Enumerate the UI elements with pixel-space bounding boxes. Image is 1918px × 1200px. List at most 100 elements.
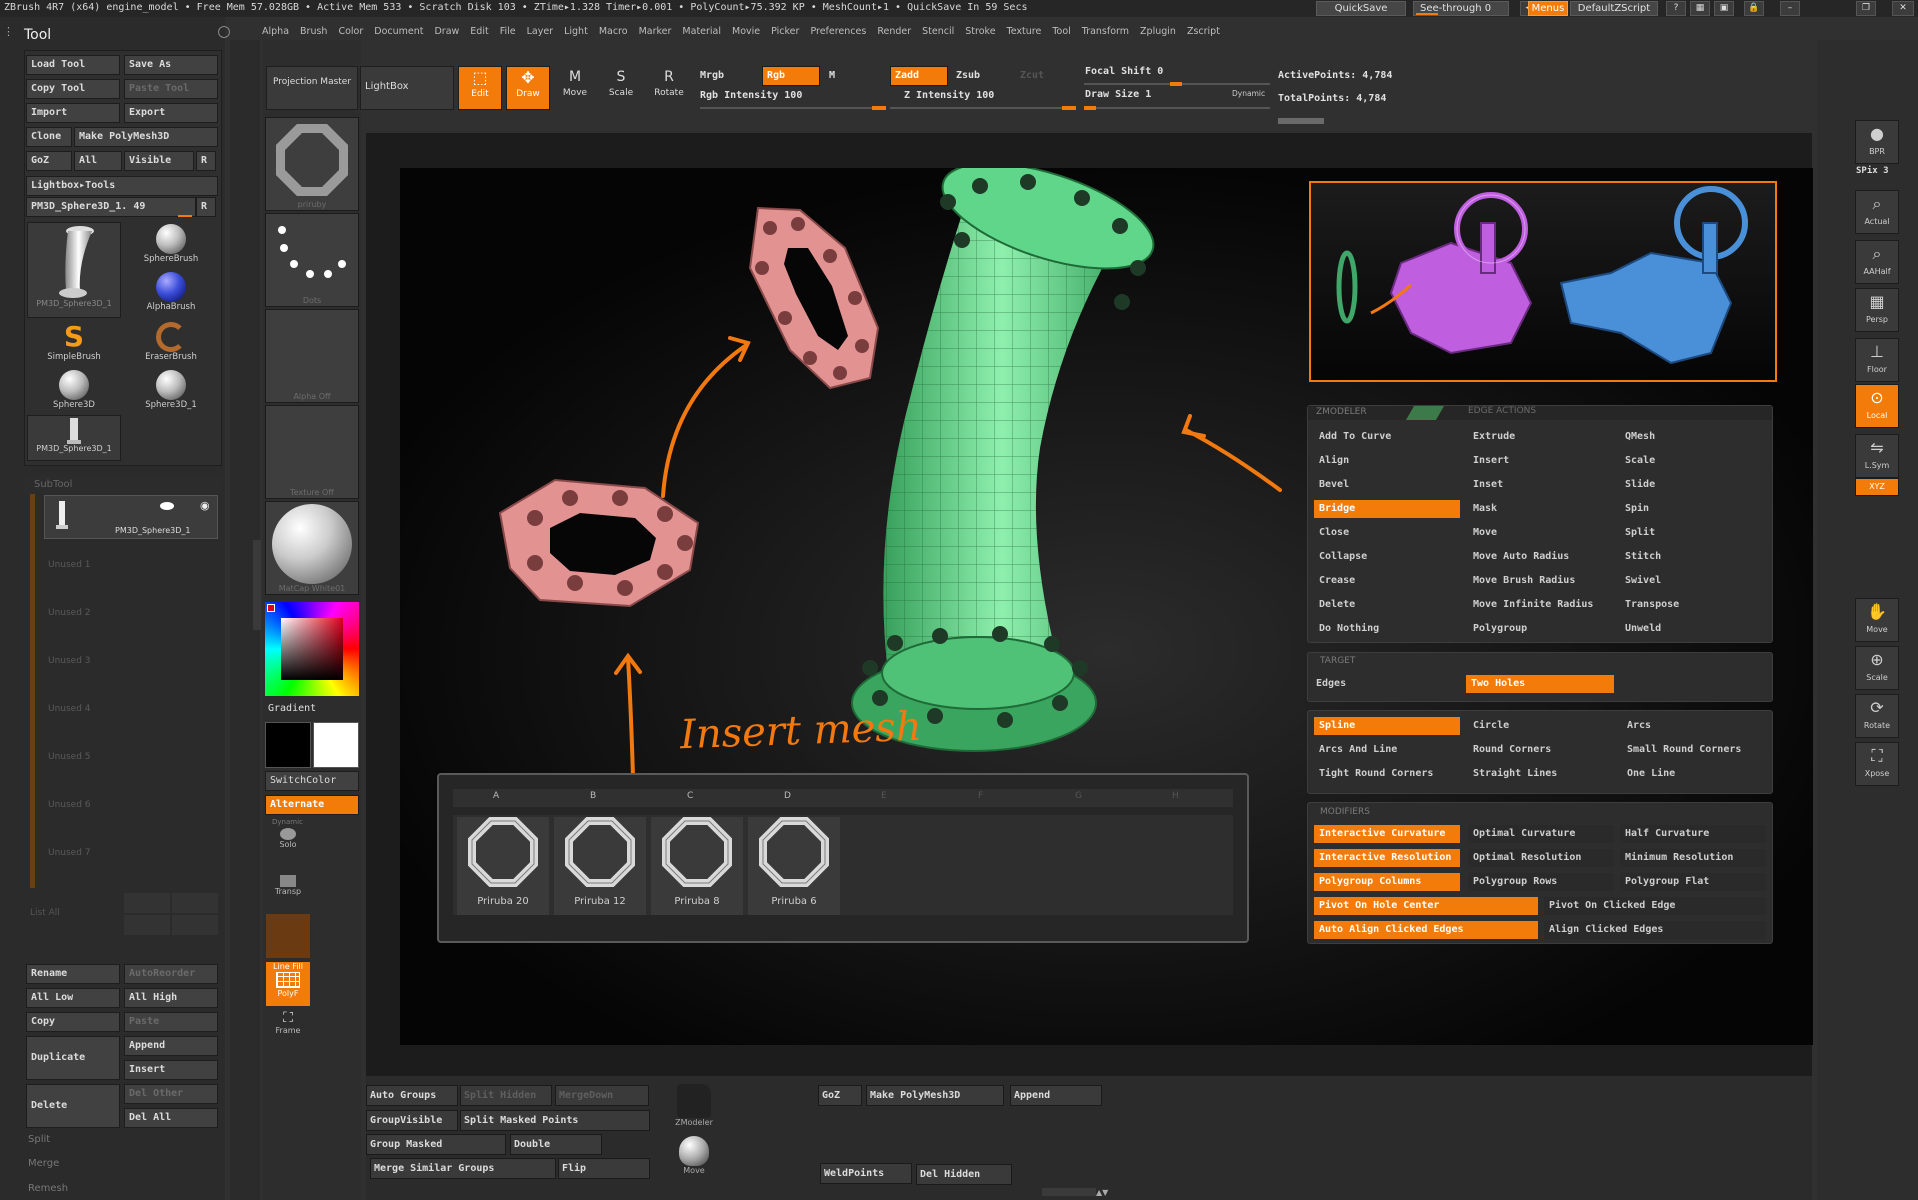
menu-picker[interactable]: Picker [771,21,799,43]
insert-mesh-item[interactable]: Priruba 8 [651,817,743,915]
subtool-active-item[interactable]: PM3D_Sphere3D_1 ◉ [44,495,218,539]
paste-tool-button[interactable]: Paste Tool [124,79,218,99]
paste-button[interactable]: Paste [124,1012,218,1032]
zmodeler-action-align[interactable]: Align [1314,452,1460,470]
merge-section[interactable]: Merge [28,1158,59,1169]
all-low-button[interactable]: All Low [26,988,120,1008]
modifier-auto-align-clicked-edges[interactable]: Auto Align Clicked Edges [1314,921,1538,939]
auto-groups-button[interactable]: Auto Groups [366,1085,458,1106]
spline-option-spline[interactable]: Spline [1314,717,1460,735]
subtool-header[interactable]: SubTool [24,476,222,494]
zmodeler-action-collapse[interactable]: Collapse [1314,548,1460,566]
switch-color-button[interactable]: SwitchColor [265,771,359,791]
save-as-button[interactable]: Save As [124,55,218,75]
modifier-pivot-on-clicked-edge[interactable]: Pivot On Clicked Edge [1544,897,1766,915]
insert-button[interactable]: Insert [124,1060,218,1080]
remesh-section[interactable]: Remesh [28,1183,68,1194]
zmodeler-action-spin[interactable]: Spin [1620,500,1766,518]
append-bottom-button[interactable]: Append [1010,1085,1102,1106]
edit-button[interactable]: ⬚ Edit [458,66,502,110]
menu-document[interactable]: Document [374,21,423,43]
lsym-button[interactable]: ⇋ L.Sym [1855,434,1899,478]
move-button[interactable]: M Move [554,66,596,110]
menu-light[interactable]: Light [564,21,588,43]
make-polymesh3d-button[interactable]: Make PolyMesh3D [74,127,218,147]
saturation-square[interactable] [281,618,343,680]
move-down-button[interactable] [124,915,170,935]
clone-button[interactable]: Clone [26,127,72,147]
menu-edit[interactable]: Edit [470,21,488,43]
duplicate-button[interactable]: Duplicate [26,1036,120,1080]
brush-cell-sphere[interactable]: SphereBrush [133,222,209,270]
zmodeler-action-unweld[interactable]: Unweld [1620,620,1766,638]
weldpoints-button[interactable]: WeldPoints [820,1163,912,1184]
frame-button[interactable]: ⛶ Frame [266,1010,310,1054]
aahalf-button[interactable]: ⌕ AAHalf [1855,240,1899,284]
restore-icon[interactable]: ❐ [1856,1,1876,16]
menu-macro[interactable]: Macro [599,21,628,43]
import-button[interactable]: Import [26,103,120,123]
menu-layer[interactable]: Layer [527,21,554,43]
all-button[interactable]: All [74,151,122,171]
zmodeler-action-do-nothing[interactable]: Do Nothing [1314,620,1460,638]
groupvisible-button[interactable]: GroupVisible [366,1110,458,1131]
secondary-color-swatch[interactable] [313,722,359,768]
zmodeler-action-extrude[interactable]: Extrude [1468,428,1614,446]
alpha-slot[interactable]: Alpha Off [265,309,359,403]
zmodeler-action-insert[interactable]: Insert [1468,452,1614,470]
spline-option-arcs-and-line[interactable]: Arcs And Line [1314,741,1460,759]
subtool-slot[interactable]: Unused 2 [48,608,91,628]
zmodeler-action-slide[interactable]: Slide [1620,476,1766,494]
zadd-button[interactable]: Zadd [890,66,948,86]
modifier-half-curvature[interactable]: Half Curvature [1620,825,1766,843]
palette-dock-icon[interactable] [218,26,230,38]
bottom-shelf-handle[interactable] [1042,1188,1096,1196]
brush-cell-sphere3d[interactable]: Sphere3D [36,368,112,416]
rename-button[interactable]: Rename [26,964,120,984]
split-hidden-button[interactable]: Split Hidden [460,1085,552,1106]
menu-draw[interactable]: Draw [434,21,459,43]
move-view-button[interactable]: ✋ Move [1855,598,1899,642]
copy-tool-button[interactable]: Copy Tool [26,79,120,99]
move-top-button[interactable] [172,893,218,913]
projection-master-button[interactable]: Projection Master [266,66,358,110]
m-button[interactable]: M [829,70,835,81]
merge-similar-groups-button[interactable]: Merge Similar Groups [370,1158,556,1179]
zmodeler-action-move[interactable]: Move [1468,524,1614,542]
stroke-slot[interactable]: Dots [265,213,359,307]
brush-cell-sphere3d-1[interactable]: Sphere3D_1 [133,368,209,416]
tool-r-button[interactable]: R [196,197,216,217]
main-color-swatch[interactable] [265,722,311,768]
zmodeler-action-swivel[interactable]: Swivel [1620,572,1766,590]
default-zscript-button[interactable]: DefaultZScript [1570,1,1658,16]
zmodeler-action-inset[interactable]: Inset [1468,476,1614,494]
zmodeler-brush-button[interactable]: ZModeler [660,1082,728,1136]
texture-slot[interactable]: Texture Off [265,405,359,499]
modifier-polygroup-flat[interactable]: Polygroup Flat [1620,873,1766,891]
modifier-pivot-on-hole-center[interactable]: Pivot On Hole Center [1314,897,1538,915]
subtool-slot[interactable]: Unused 5 [48,752,91,772]
floor-button[interactable]: ⊥ Floor [1855,338,1899,382]
brush-slot[interactable]: priruby [265,117,359,211]
zcut-button[interactable]: Zcut [1020,70,1044,81]
local-button[interactable]: ⊙ Local [1855,384,1899,428]
group-masked-button[interactable]: Group Masked [366,1134,506,1155]
zmodeler-action-polygroup[interactable]: Polygroup [1468,620,1614,638]
zmodeler-action-mask[interactable]: Mask [1468,500,1614,518]
collapse-arrows-icon[interactable]: ▲▼ [1096,1188,1108,1197]
split-masked-points-button[interactable]: Split Masked Points [460,1110,650,1131]
modifier-align-clicked-edges[interactable]: Align Clicked Edges [1544,921,1766,939]
minimize-icon[interactable]: – [1780,1,1800,16]
alternate-button[interactable]: Alternate [265,795,359,815]
modifier-minimum-resolution[interactable]: Minimum Resolution [1620,849,1766,867]
rgb-button[interactable]: Rgb [762,66,820,86]
brush-cell-eraser[interactable]: EraserBrush [133,320,209,368]
brush-cell-simple[interactable]: S SimpleBrush [36,320,112,368]
goz-button[interactable]: GoZ [26,151,72,171]
menu-marker[interactable]: Marker [639,21,672,43]
menu-render[interactable]: Render [877,21,911,43]
menu-file[interactable]: File [500,21,516,43]
subtool-scrollbar[interactable] [30,494,35,888]
zmodeler-action-move-infinite-radius[interactable]: Move Infinite Radius [1468,596,1614,614]
list-all-button[interactable]: List All [30,908,60,918]
